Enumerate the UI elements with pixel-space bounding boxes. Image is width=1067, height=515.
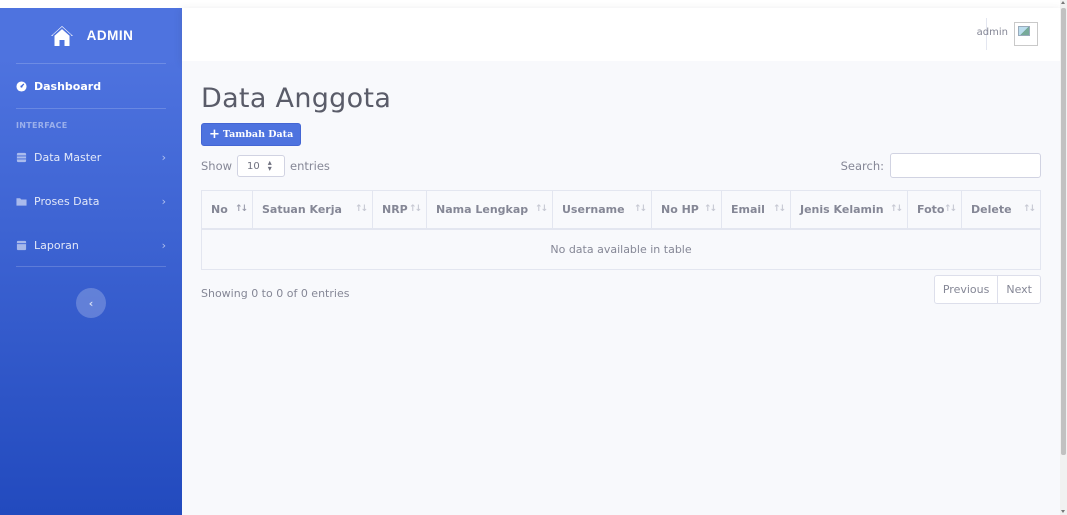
page-length-value: 10 xyxy=(247,160,260,172)
avatar[interactable] xyxy=(1014,22,1038,46)
pagination: Previous Next xyxy=(933,275,1041,304)
column-header-email[interactable]: Email ↑↓ xyxy=(722,191,791,228)
page-length-select[interactable]: 10 ▴ ▾ xyxy=(237,155,286,177)
sort-updown-icon: ▴ ▾ xyxy=(267,158,272,173)
column-header-no-hp[interactable]: No HP ↑↓ xyxy=(652,191,722,228)
scroll-up-arrow-icon[interactable] xyxy=(1061,1,1065,4)
scroll-down-arrow-icon[interactable] xyxy=(1061,510,1065,513)
sidebar-brand[interactable]: ADMIN xyxy=(0,8,182,63)
page-scrollbar[interactable] xyxy=(1060,0,1067,515)
sidebar-item-label: Data Master xyxy=(34,150,102,164)
column-label: Username xyxy=(562,203,625,216)
sort-icon: ↑↓ xyxy=(408,204,422,214)
table-icon xyxy=(16,240,27,250)
chevron-left-icon: ‹ xyxy=(88,296,94,310)
sort-icon: ↑↓ xyxy=(943,204,957,214)
search-label: Search: xyxy=(840,158,884,173)
topbar: admin xyxy=(182,8,1060,61)
database-icon xyxy=(16,152,27,162)
column-label: NRP xyxy=(382,203,408,216)
page-title: Data Anggota xyxy=(201,83,392,114)
page-length-control: Show 10 ▴ ▾ entries xyxy=(201,155,330,177)
sort-icon: ↑↓ xyxy=(1022,204,1036,214)
main-content: Data Anggota + Tambah Data Show 10 ▴ ▾ en… xyxy=(182,61,1060,515)
sort-icon: ↑↓ xyxy=(703,204,717,214)
sidebar-item-data-master[interactable]: Data Master › xyxy=(0,136,182,178)
sort-icon: ↑↓ xyxy=(889,204,903,214)
column-header-username[interactable]: Username ↑↓ xyxy=(553,191,652,228)
sidebar-item-proses-data[interactable]: Proses Data › xyxy=(0,180,182,222)
column-label: Nama Lengkap xyxy=(436,203,529,216)
sidebar-item-label: Laporan xyxy=(34,238,79,252)
data-table: No ↑↓ Satuan Kerja ↑↓ NRP ↑↓ Nama Lengkap ↑↓… xyxy=(201,190,1041,270)
previous-button[interactable]: Previous xyxy=(935,276,998,303)
sidebar-divider xyxy=(16,266,166,267)
chevron-right-icon: › xyxy=(161,238,166,252)
brand-title: ADMIN xyxy=(86,28,134,43)
tachometer-icon xyxy=(16,80,27,92)
sort-icon: ↑↓ xyxy=(633,204,647,214)
column-label: Satuan Kerja xyxy=(262,203,342,216)
entries-label: entries xyxy=(290,159,330,173)
broken-image-icon xyxy=(1018,26,1030,36)
sidebar: ADMIN Dashboard INTERFACE Data Master › … xyxy=(0,8,182,515)
chevron-right-icon: › xyxy=(161,150,166,164)
sort-icon: ↑↓ xyxy=(534,204,548,214)
column-label: Foto xyxy=(917,203,945,216)
search-input[interactable] xyxy=(890,153,1041,178)
sort-icon: ↑↓ xyxy=(354,204,368,214)
column-label: No xyxy=(211,203,228,216)
show-label: Show xyxy=(201,159,233,173)
plus-icon: + xyxy=(209,127,220,142)
topbar-username[interactable]: admin xyxy=(977,27,1008,38)
house-icon xyxy=(50,25,73,46)
column-label: Jenis Kelamin xyxy=(800,203,884,216)
sidebar-item-label: Proses Data xyxy=(34,194,100,208)
column-label: Email xyxy=(731,203,765,216)
sort-icon: ↑↓ xyxy=(234,204,248,214)
column-header-nrp[interactable]: NRP ↑↓ xyxy=(373,191,427,228)
folder-icon xyxy=(16,197,27,206)
column-header-jenis-kelamin[interactable]: Jenis Kelamin ↑↓ xyxy=(791,191,908,228)
sidebar-heading: INTERFACE xyxy=(16,121,68,130)
sidebar-item-label: Dashboard xyxy=(34,79,102,93)
column-header-foto[interactable]: Foto ↑↓ xyxy=(908,191,962,228)
scrollbar-thumb[interactable] xyxy=(1061,8,1066,455)
sidebar-item-laporan[interactable]: Laporan › xyxy=(0,224,182,266)
search-control: Search: xyxy=(841,153,1041,178)
table-info: Showing 0 to 0 of 0 entries xyxy=(201,287,350,300)
column-label: No HP xyxy=(661,203,699,216)
column-header-delete[interactable]: Delete ↑↓ xyxy=(962,191,1040,228)
table-empty-row: No data available in table xyxy=(202,230,1040,269)
next-button[interactable]: Next xyxy=(997,276,1040,303)
column-header-no[interactable]: No ↑↓ xyxy=(202,191,253,228)
sidebar-item-dashboard[interactable]: Dashboard xyxy=(0,64,182,108)
add-data-button[interactable]: + Tambah Data xyxy=(201,123,302,146)
column-header-satuan-kerja[interactable]: Satuan Kerja ↑↓ xyxy=(253,191,373,228)
sort-icon: ↑↓ xyxy=(772,204,786,214)
chevron-right-icon: › xyxy=(161,194,166,208)
column-header-nama-lengkap[interactable]: Nama Lengkap ↑↓ xyxy=(427,191,553,228)
table-header: No ↑↓ Satuan Kerja ↑↓ NRP ↑↓ Nama Lengkap ↑↓… xyxy=(202,191,1040,230)
sidebar-toggle-button[interactable]: ‹ xyxy=(76,288,106,318)
column-label: Delete xyxy=(971,203,1012,216)
add-data-label: Tambah Data xyxy=(222,129,294,140)
empty-message: No data available in table xyxy=(550,243,692,256)
